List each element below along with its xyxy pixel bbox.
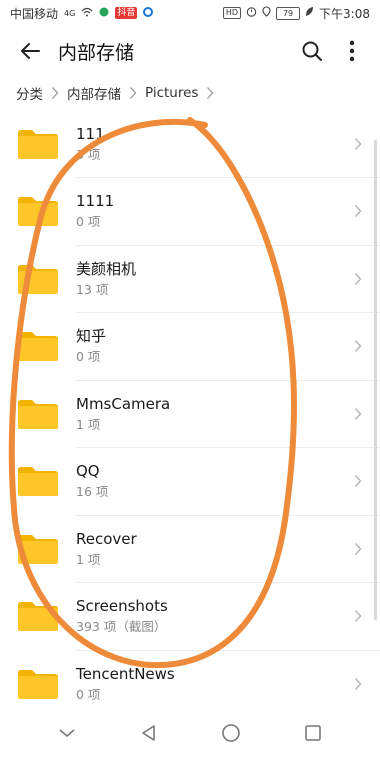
chevron-right-icon (51, 86, 59, 100)
battery-indicator: 79 (276, 6, 301, 20)
app-notification-icon (99, 6, 109, 20)
chevron-right-icon (354, 542, 362, 555)
folder-name: Screenshots (76, 597, 168, 616)
system-navigation-bar (0, 706, 380, 760)
location-icon (262, 6, 271, 20)
folder-name: TencentNews (76, 665, 175, 684)
folder-item-count: 393 项（截图） (76, 619, 167, 635)
hd-badge: HD (222, 7, 242, 19)
more-options-button[interactable] (332, 31, 372, 71)
folder-item-count: 1 项 (76, 416, 101, 432)
chevron-right-icon (354, 677, 362, 690)
folder-item-count: 13 项 (76, 281, 109, 297)
folder-item-count: 0 项 (76, 687, 101, 703)
list-item[interactable]: TencentNews 0 项 (0, 650, 380, 706)
folder-item-count: 0 项 (76, 349, 101, 365)
chevron-right-icon (354, 407, 362, 420)
wifi-icon (81, 6, 93, 20)
app-badge: 抖音 (115, 7, 138, 19)
chevron-right-icon (354, 272, 362, 285)
leaf-icon (305, 6, 314, 20)
page-title: 内部存储 (58, 41, 135, 64)
folder-name: 美颜相机 (76, 259, 137, 278)
top-app-bar: 内部存储 (0, 26, 380, 76)
folder-item-count: 3 项 (76, 146, 101, 162)
chevron-right-icon (354, 137, 362, 150)
carrier-label: 中国移动 (10, 6, 59, 21)
folder-item-count: 0 项 (76, 214, 101, 230)
alarm-icon (246, 6, 257, 20)
list-item[interactable]: Recover 1 项 (0, 515, 380, 583)
folder-name: MmsCamera (76, 394, 171, 413)
folder-name: Recover (76, 529, 137, 548)
triangle-back-icon (142, 725, 155, 741)
recents-nav-button[interactable] (291, 711, 335, 755)
app-notification-icon-2 (143, 6, 154, 20)
breadcrumb: 分类 内部存储 Pictures (0, 76, 380, 110)
signal-indicator: 4G (64, 8, 76, 18)
list-item[interactable]: 美颜相机 13 项 (0, 245, 380, 313)
folder-icon (18, 467, 58, 497)
breadcrumb-item-pictures[interactable]: Pictures (145, 85, 198, 101)
folder-list: 111 3 项 1111 0 项 美颜相机 13 项 知乎 0 项 MmsCam… (0, 110, 380, 706)
clock-time: 下午3:08 (319, 6, 370, 21)
chevron-right-icon (129, 86, 137, 100)
breadcrumb-item-category[interactable]: 分类 (16, 83, 43, 103)
list-item[interactable]: MmsCamera 1 项 (0, 380, 380, 448)
folder-item-count: 16 项 (76, 484, 109, 500)
chevron-right-icon (354, 475, 362, 488)
back-button[interactable] (8, 29, 52, 73)
search-icon (302, 41, 322, 61)
folder-icon (18, 332, 58, 362)
scrollbar[interactable] (374, 140, 377, 620)
chevron-down-icon (59, 729, 75, 738)
chevron-right-icon (354, 610, 362, 623)
home-nav-button[interactable] (209, 711, 253, 755)
hide-nav-button[interactable] (45, 711, 89, 755)
folder-name: 知乎 (76, 327, 107, 346)
more-vertical-icon (349, 40, 355, 62)
folder-icon (18, 669, 58, 699)
folder-icon (18, 197, 58, 227)
status-bar: 中国移动 4G 抖音 HD 79 下午3:08 (0, 0, 380, 26)
chevron-right-icon (354, 205, 362, 218)
chevron-right-icon (354, 340, 362, 353)
back-nav-button[interactable] (127, 711, 171, 755)
breadcrumb-item-internal-storage[interactable]: 内部存储 (67, 83, 121, 103)
folder-name: 111 (76, 124, 105, 143)
circle-home-icon (222, 724, 240, 742)
folder-icon (18, 264, 58, 294)
square-recents-icon (305, 725, 321, 741)
list-item[interactable]: 111 3 项 (0, 110, 380, 178)
list-item[interactable]: 1111 0 项 (0, 178, 380, 246)
folder-icon (18, 399, 58, 429)
back-arrow-icon (21, 43, 40, 59)
folder-name: 1111 (76, 192, 115, 211)
chevron-right-icon (206, 86, 214, 100)
folder-name: QQ (76, 462, 100, 481)
folder-icon (18, 129, 58, 159)
folder-item-count: 1 项 (76, 551, 101, 567)
folder-icon (18, 534, 58, 564)
search-button[interactable] (292, 31, 332, 71)
list-item[interactable]: QQ 16 项 (0, 448, 380, 516)
folder-icon (18, 602, 58, 632)
list-item[interactable]: 知乎 0 项 (0, 313, 380, 381)
list-item[interactable]: Screenshots 393 项（截图） (0, 583, 380, 651)
